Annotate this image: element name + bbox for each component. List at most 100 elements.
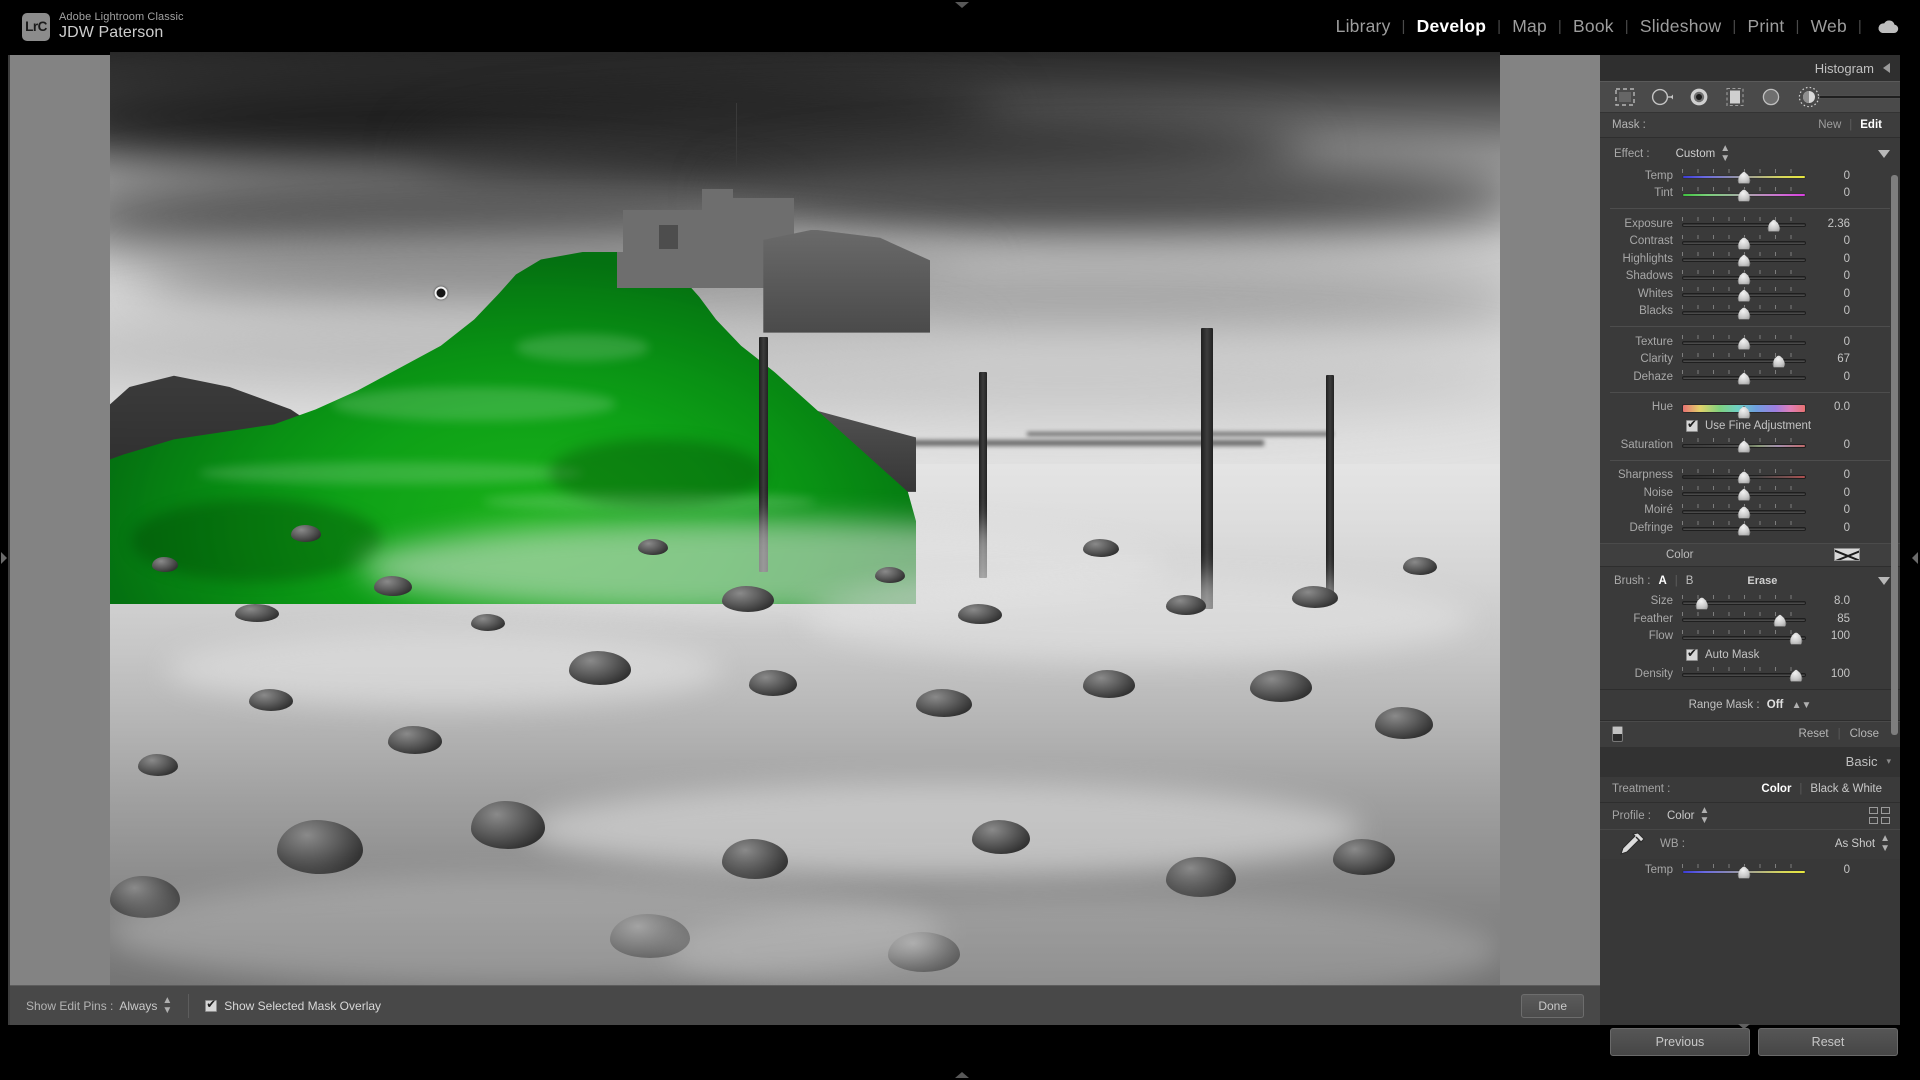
left-panel-collapsed[interactable] bbox=[0, 55, 8, 1025]
right-panel-scrollbar[interactable] bbox=[1891, 175, 1898, 735]
white-balance-eyedropper-icon[interactable] bbox=[1614, 830, 1648, 859]
effect-value[interactable]: Custom bbox=[1676, 148, 1716, 160]
panel-collapse-arrow[interactable] bbox=[1738, 1024, 1750, 1029]
stepper-icon[interactable]: ▲▼ bbox=[162, 995, 172, 1016]
effect-expand-icon[interactable] bbox=[1878, 150, 1890, 158]
treatment-color-option[interactable]: Color bbox=[1753, 783, 1799, 795]
show-edit-pins-value[interactable]: Always bbox=[119, 999, 157, 1013]
slider-blacks[interactable]: Blacks 0 bbox=[1600, 303, 1900, 321]
brush-edit-pin[interactable] bbox=[434, 286, 448, 300]
slider-noise[interactable]: Noise 0 bbox=[1600, 484, 1900, 502]
slider-saturation[interactable]: Saturation 0 bbox=[1600, 436, 1900, 454]
module-print[interactable]: Print bbox=[1737, 16, 1796, 37]
slider-brush-flow[interactable]: Flow 100 bbox=[1600, 628, 1900, 646]
profile-value[interactable]: Color bbox=[1667, 810, 1694, 822]
slider-brush-density[interactable]: Density 100 bbox=[1600, 665, 1900, 683]
slider-tint[interactable]: Tint 0 bbox=[1600, 185, 1900, 203]
module-slideshow[interactable]: Slideshow bbox=[1629, 16, 1733, 37]
histogram-header[interactable]: Histogram bbox=[1600, 55, 1900, 81]
toolbar-divider bbox=[188, 993, 190, 1018]
previous-button[interactable]: Previous bbox=[1610, 1028, 1750, 1056]
app-name: Adobe Lightroom Classic bbox=[59, 11, 184, 23]
collapse-left-icon[interactable] bbox=[1883, 63, 1890, 73]
auto-mask-checkbox[interactable]: Auto Mask bbox=[1600, 645, 1900, 665]
crop-icon[interactable] bbox=[1724, 87, 1746, 107]
slider-texture[interactable]: Texture 0 bbox=[1600, 333, 1900, 351]
panel-close-button[interactable]: Close bbox=[1841, 728, 1888, 740]
show-selected-mask-overlay-checkbox[interactable]: Show Selected Mask Overlay bbox=[205, 998, 381, 1013]
slider-whites[interactable]: Whites 0 bbox=[1600, 285, 1900, 303]
profile-browser-icon[interactable] bbox=[1869, 807, 1890, 824]
slider-label: Size bbox=[1650, 595, 1673, 608]
slider-exposure[interactable]: Exposure 2.36 bbox=[1600, 215, 1900, 233]
module-book[interactable]: Book bbox=[1562, 16, 1625, 37]
cloud-sync-icon[interactable] bbox=[1876, 19, 1900, 35]
reset-button[interactable]: Reset bbox=[1758, 1028, 1898, 1056]
slider-brush-size[interactable]: Size 8.0 bbox=[1600, 593, 1900, 611]
module-map[interactable]: Map bbox=[1501, 16, 1558, 37]
slider-hue[interactable]: Hue 0.0 bbox=[1600, 399, 1900, 419]
mask-edit-button[interactable]: Edit bbox=[1852, 119, 1890, 131]
stepper-icon[interactable]: ▲▼ bbox=[1792, 700, 1812, 711]
done-button[interactable]: Done bbox=[1521, 994, 1584, 1018]
wb-value[interactable]: As Shot bbox=[1835, 838, 1875, 850]
brush-a-button[interactable]: A bbox=[1650, 575, 1674, 587]
slider-sharpness[interactable]: Sharpness 0 bbox=[1600, 467, 1900, 485]
slider-shadows[interactable]: Shadows 0 bbox=[1600, 268, 1900, 286]
no-color-swatch[interactable] bbox=[1834, 548, 1860, 561]
slider-dehaze[interactable]: Dehaze 0 bbox=[1600, 368, 1900, 386]
module-library[interactable]: Library bbox=[1325, 16, 1402, 37]
basic-panel-header[interactable]: Basic ▾ bbox=[1600, 746, 1900, 777]
checkbox-icon bbox=[1686, 418, 1698, 432]
panel-footer: Reset | Close bbox=[1600, 720, 1900, 747]
module-develop[interactable]: Develop bbox=[1406, 16, 1497, 37]
slider-highlights[interactable]: Highlights 0 bbox=[1600, 250, 1900, 268]
bottom-panel-collapse-arrow[interactable] bbox=[955, 1072, 969, 1078]
mask-new-button[interactable]: New bbox=[1810, 119, 1849, 131]
slider-label: Density bbox=[1634, 667, 1673, 680]
range-mask-label: Range Mask : bbox=[1688, 698, 1760, 711]
slider-moire[interactable]: Moiré 0 bbox=[1600, 502, 1900, 520]
right-panel-edge[interactable] bbox=[1900, 55, 1920, 1025]
slider-contrast[interactable]: Contrast 0 bbox=[1600, 233, 1900, 251]
slider-label: Whites bbox=[1637, 287, 1673, 300]
brush-expand-icon[interactable] bbox=[1878, 576, 1890, 585]
slider-label: Texture bbox=[1635, 335, 1673, 348]
basic-collapse-icon[interactable]: ▾ bbox=[1886, 756, 1890, 767]
brush-erase-button[interactable]: Erase bbox=[1747, 575, 1777, 587]
color-row[interactable]: Color bbox=[1600, 542, 1900, 567]
left-panel-expand-arrow[interactable] bbox=[1, 552, 7, 564]
slider-brush-feather[interactable]: Feather 85 bbox=[1600, 610, 1900, 628]
use-fine-adjustment-checkbox[interactable]: Use Fine Adjustment bbox=[1600, 416, 1900, 436]
brush-b-button[interactable]: B bbox=[1678, 575, 1702, 587]
show-edit-pins-label: Show Edit Pins : bbox=[26, 998, 114, 1013]
range-mask-value[interactable]: Off bbox=[1767, 699, 1784, 711]
slider-basic-temp[interactable]: Temp 0 bbox=[1600, 862, 1900, 880]
identity-plate[interactable]: LrC Adobe Lightroom Classic JDW Paterson bbox=[22, 11, 184, 43]
treatment-bw-option[interactable]: Black & White bbox=[1802, 783, 1890, 795]
range-mask-row[interactable]: Range Mask : Off ▲▼ bbox=[1600, 690, 1900, 720]
develop-photo[interactable] bbox=[110, 51, 1500, 989]
slider-value: 0 bbox=[1843, 305, 1850, 318]
top-panel-collapse-arrow[interactable] bbox=[955, 2, 969, 8]
spot-removal-icon[interactable] bbox=[1760, 87, 1782, 107]
brush-icon[interactable] bbox=[1796, 86, 1900, 108]
radial-gradient-icon[interactable] bbox=[1688, 87, 1710, 107]
divider bbox=[1610, 459, 1890, 461]
stepper-icon[interactable]: ▲▼ bbox=[1880, 834, 1890, 854]
divider bbox=[1610, 391, 1890, 393]
top-bar: LrC Adobe Lightroom Classic JDW Paterson… bbox=[0, 0, 1920, 55]
slider-defringe[interactable]: Defringe 0 bbox=[1600, 519, 1900, 537]
module-web[interactable]: Web bbox=[1800, 16, 1858, 37]
panel-reset-button[interactable]: Reset bbox=[1790, 728, 1838, 740]
masking-icon[interactable] bbox=[1614, 87, 1636, 107]
stepper-icon[interactable]: ▲▼ bbox=[1720, 144, 1730, 164]
panel-toggle-switch[interactable] bbox=[1612, 726, 1623, 742]
checkbox-icon bbox=[1686, 647, 1698, 661]
linear-gradient-icon[interactable] bbox=[1650, 87, 1674, 107]
slider-clarity[interactable]: Clarity 67 bbox=[1600, 351, 1900, 369]
slider-temp[interactable]: Temp 0 bbox=[1600, 167, 1900, 185]
stepper-icon[interactable]: ▲▼ bbox=[1699, 805, 1709, 826]
right-panel-collapse-arrow[interactable] bbox=[1912, 552, 1918, 564]
slider-label: Sharpness bbox=[1618, 469, 1673, 482]
